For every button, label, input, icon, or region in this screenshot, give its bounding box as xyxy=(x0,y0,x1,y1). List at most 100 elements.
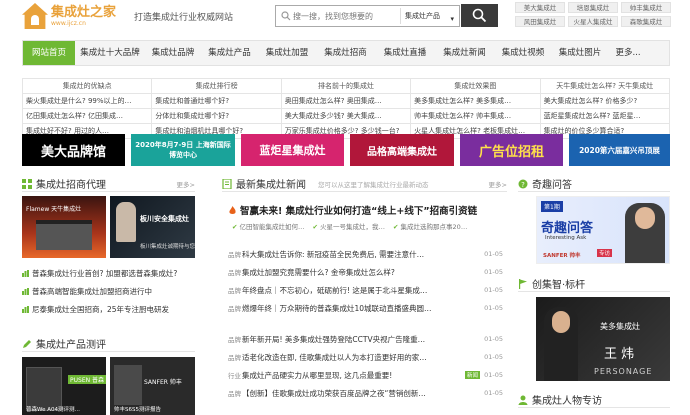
section-title: 最新集成灶新闻 xyxy=(236,180,306,191)
headline-sublink[interactable]: 火星一号集成灶，我… xyxy=(313,221,385,231)
fire-icon xyxy=(229,205,236,214)
headline-sublink[interactable]: 集成灶选购那点事20… xyxy=(393,221,468,231)
quick-link[interactable]: 帅丰集成灶 xyxy=(621,2,671,13)
news-date: 01-05 xyxy=(484,371,503,379)
person-name: 王 炜 xyxy=(604,347,635,362)
keyword-link[interactable]: 亿田集成灶怎么样? 亿田集成… xyxy=(21,108,153,124)
keyword-link[interactable]: 排名前十的集成灶 xyxy=(280,78,412,94)
news-item[interactable]: 品牌 燃爆年终｜万众期待的普森集成灶10城联动直播盛典圆… 01-05 xyxy=(228,300,503,316)
news-date: 01-05 xyxy=(484,250,503,258)
nav-item-videos[interactable]: 集成灶视频 xyxy=(494,41,552,65)
news-tag: 品牌 xyxy=(228,287,241,295)
quick-link[interactable]: 风田集成灶 xyxy=(515,16,565,27)
news-title: 适老化改造在即, 佳歌集成灶以人为本打造更好用的家… xyxy=(242,352,427,362)
keyword-link[interactable]: 美多集成灶怎么样? 美多集成… xyxy=(410,93,541,109)
logo-url: www.ijcz.cn xyxy=(51,19,86,27)
site-slogan: 打造集成灶行业权威网站 xyxy=(134,13,234,23)
nav-item-top10[interactable]: 集成灶十大品牌 xyxy=(75,41,145,65)
search-category-select[interactable]: 集成灶产品 ▾ xyxy=(400,8,457,24)
nav-item-home[interactable]: 网站首页 xyxy=(23,41,75,65)
nav-item-products[interactable]: 集成灶产品 xyxy=(201,41,258,65)
keyword-link[interactable]: 集成灶排行榜 xyxy=(151,78,282,94)
banner-pinge[interactable]: 品格高端集成灶 xyxy=(350,134,454,166)
recruit-link[interactable]: 普森高端智能集成灶加盟招商进行中 xyxy=(22,286,200,297)
headline-sublinks: 亿田智能集成灶如何… 火星一号集成灶，我… 集成灶选购那点事20… xyxy=(232,221,502,231)
keyword-link[interactable]: 集成灶效果图 xyxy=(410,78,541,94)
more-link[interactable]: 更多> xyxy=(489,179,507,189)
person-photo xyxy=(116,202,136,242)
keyword-link[interactable]: 奥田集成灶怎么样? 奥田集成… xyxy=(280,93,412,109)
news-item[interactable]: 行业 集成灶产品硬实力从哪里显现, 这几点最重要! 新闻 01-05 xyxy=(228,367,503,383)
news-date: 01-05 xyxy=(484,353,503,361)
banner-ad-space[interactable]: 广告位招租 xyxy=(460,134,563,166)
news-item[interactable]: 品牌 年终盘点｜不忘初心，砥砺前行! 这是属于北斗星集成… 01-05 xyxy=(228,282,503,298)
section-subtitle: 您可以从这里了解集成灶行业最新动态 xyxy=(318,180,429,189)
keyword-link[interactable]: 分体灶和集成灶哪个好? xyxy=(151,108,282,124)
eval-image-sanfer[interactable]: SANFER 帅丰 帅丰S6S5测评报告 xyxy=(110,357,195,415)
site-logo[interactable]: 集成灶之家 www.ijcz.cn xyxy=(22,2,122,30)
nav-item-recruit[interactable]: 集成灶招商 xyxy=(316,41,375,65)
keyword-link[interactable]: 美大集成灶多少钱? 美大集成… xyxy=(280,108,412,124)
qa-section-header: ? 奇趣问答 xyxy=(518,176,670,192)
keyword-link[interactable]: 美大集成灶怎么样? 价格多少? xyxy=(539,93,671,109)
bar-chart-icon xyxy=(22,306,29,313)
search-icon xyxy=(281,11,291,21)
main-nav: 网站首页 集成灶十大品牌 集成灶品牌 集成灶产品 集成灶加盟 集成灶招商 集成灶… xyxy=(22,40,670,66)
nav-item-live[interactable]: 集成灶直播 xyxy=(375,41,435,65)
quick-link[interactable]: 森歌集成灶 xyxy=(621,16,671,27)
news-item[interactable]: 品牌 新年新开局! 美多集成灶强势登陆CCTV央视广告隆重… 01-05 xyxy=(228,331,503,347)
news-title: 燃爆年终｜万众期待的普森集成灶10城联动直播盛典圆… xyxy=(242,303,432,313)
nav-item-franchise[interactable]: 集成灶加盟 xyxy=(258,41,316,65)
news-item[interactable]: 品牌 科大集成灶告诉你: 新冠疫苗全民免费后, 需要注意什… 01-05 xyxy=(228,246,503,262)
eval-image-pusen[interactable]: PUSEN 普森 普森We A04测评测… xyxy=(22,357,106,415)
document-icon xyxy=(222,178,232,189)
keyword-link[interactable]: 天牛集成灶怎么样? 天牛集成灶 xyxy=(539,78,671,94)
news-item[interactable]: 品牌 集成灶加盟究竟需要什么? 金帝集成灶怎么样? 01-05 xyxy=(228,264,503,280)
keyword-link[interactable]: 蓝炬星集成灶怎么样? 蓝炬星… xyxy=(539,108,671,124)
person-brand: 美多集成灶 xyxy=(600,322,640,331)
section-title: 集成灶产品测评 xyxy=(36,340,106,351)
news-title: 年终盘点｜不忘初心，砥砺前行! 这是属于北斗星集成… xyxy=(242,285,428,295)
stove-image xyxy=(114,365,142,405)
recruit-image-banchuan[interactable]: 板川安全集成灶 板川集成灶诚期待与您… xyxy=(110,196,195,258)
search-input[interactable] xyxy=(293,8,398,24)
person-banner[interactable]: 美多集成灶 王 炜 PERSONAGE xyxy=(536,297,670,381)
news-badge: 新闻 xyxy=(464,371,480,379)
nav-item-brands[interactable]: 集成灶品牌 xyxy=(145,41,201,65)
banner-ceiling-expo[interactable]: 2020第六届嘉兴吊顶展 xyxy=(569,134,670,166)
quick-link[interactable]: 美大集成灶 xyxy=(515,2,565,13)
news-tag: 品牌 xyxy=(228,251,241,259)
banner-meida[interactable]: 美大品牌馆 xyxy=(22,134,125,166)
keyword-link[interactable]: 集成灶和普通灶哪个好? xyxy=(151,93,282,109)
quick-link[interactable]: 火星人集成灶 xyxy=(568,16,618,27)
people-section-header: 集成灶人物专访 xyxy=(518,392,670,408)
keyword-link[interactable]: 柴火集成灶是什么? 99%以上的… xyxy=(21,93,153,109)
qa-banner[interactable]: 第1期 奇趣问答 Interesting Ask SANFER 帅丰 专访 xyxy=(536,196,670,264)
qa-issue-label: 第1期 xyxy=(541,201,563,212)
search-icon xyxy=(472,8,487,23)
recruit-link[interactable]: 尼泰集成灶全国招商，25年专注厨电研发 xyxy=(22,304,200,315)
recruit-image-tianniu[interactable]: Flamew 天牛集成灶 xyxy=(22,196,106,258)
more-link[interactable]: 更多> xyxy=(177,179,195,189)
nav-item-images[interactable]: 集成灶图片 xyxy=(552,41,608,65)
keyword-link[interactable]: 集成灶的优缺点 xyxy=(21,78,153,94)
news-item[interactable]: 品牌 适老化改造在即, 佳歌集成灶以人为本打造更好用的家… 01-05 xyxy=(228,349,503,365)
nav-item-news[interactable]: 集成灶新闻 xyxy=(435,41,494,65)
nav-item-more[interactable]: 更多... xyxy=(608,41,648,65)
search-button[interactable] xyxy=(461,4,498,27)
image-caption: SANFER 帅丰 xyxy=(144,379,182,386)
keyword-link[interactable]: 帅丰集成灶怎么样? 帅丰集成… xyxy=(410,108,541,124)
news-date: 01-05 xyxy=(484,286,503,294)
banner-lanjuxing[interactable]: 蓝炬星集成灶 xyxy=(241,134,344,166)
recruit-link[interactable]: 普森集成灶行业首创? 加盟都选普森集成灶? xyxy=(22,268,200,279)
table-row: 集成灶的优缺点 集成灶排行榜 排名前十的集成灶 集成灶效果图 天牛集成灶怎么样?… xyxy=(21,78,671,94)
logo-name: 集成灶之家 xyxy=(51,4,117,20)
headline-link[interactable]: 智赢未来! 集成灶行业如何打造“线上+线下”招商引资链 xyxy=(228,203,508,217)
quick-link[interactable]: 培恩集成灶 xyxy=(568,2,618,13)
link-text: 尼泰集成灶全国招商，25年专注厨电研发 xyxy=(32,305,170,314)
news-item[interactable]: 品牌 【创新】佳歌集成灶成功荣获百度品牌之夜“营销创新… 01-05 xyxy=(228,385,503,401)
grid-icon xyxy=(22,178,32,189)
banner-expo[interactable]: 2020年8月7-9日 上海新国际博览中心 xyxy=(131,134,235,166)
eval-section-header: 集成灶产品测评 xyxy=(22,336,195,352)
headline-sublink[interactable]: 亿田智能集成灶如何… xyxy=(232,221,305,231)
